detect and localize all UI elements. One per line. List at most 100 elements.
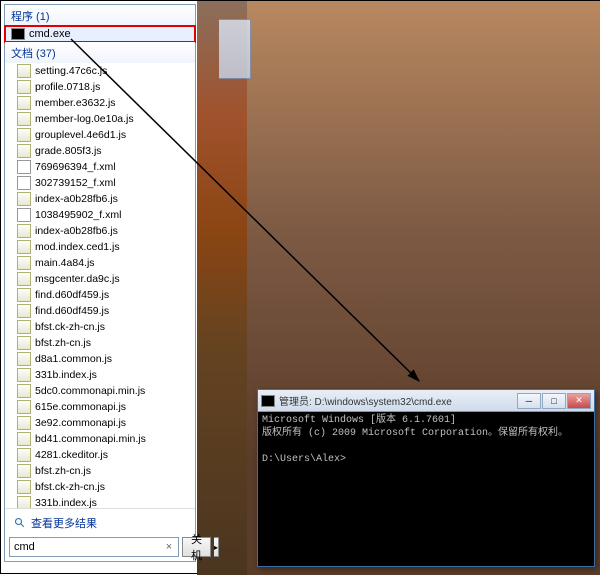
list-item[interactable]: msgcenter.da9c.js <box>5 271 195 287</box>
cmd-titlebar[interactable]: 管理员: D:\windows\system32\cmd.exe ─ □ ✕ <box>258 390 594 412</box>
file-label: d8a1.common.js <box>35 353 112 365</box>
list-item[interactable]: 5dc0.commonapi.min.js <box>5 383 195 399</box>
list-item[interactable]: bfst.zh-cn.js <box>5 463 195 479</box>
file-label: bfst.ck-zh-cn.js <box>35 481 105 493</box>
js-file-icon <box>17 64 31 78</box>
cmd-prompt: D:\Users\Alex> <box>262 454 346 465</box>
see-more-results[interactable]: 查看更多结果 <box>9 513 191 537</box>
xml-file-icon <box>17 176 31 190</box>
list-item[interactable]: bfst.ck-zh-cn.js <box>5 319 195 335</box>
minimize-button[interactable]: ─ <box>517 393 541 409</box>
list-item[interactable]: bfst.zh-cn.js <box>5 335 195 351</box>
list-item[interactable]: index-a0b28fb6.js <box>5 191 195 207</box>
cmd-window: 管理员: D:\windows\system32\cmd.exe ─ □ ✕ M… <box>257 389 595 567</box>
file-label: bfst.ck-zh-cn.js <box>35 321 105 333</box>
file-label: 302739152_f.xml <box>35 177 116 189</box>
file-label: mod.index.ced1.js <box>35 241 120 253</box>
search-icon <box>13 516 27 530</box>
list-item[interactable]: profile.0718.js <box>5 79 195 95</box>
search-input[interactable] <box>10 538 160 556</box>
js-file-icon <box>17 112 31 126</box>
file-label: grade.805f3.js <box>35 145 102 157</box>
js-file-icon <box>17 240 31 254</box>
js-file-icon <box>17 256 31 270</box>
js-file-icon <box>17 336 31 350</box>
list-item[interactable]: grade.805f3.js <box>5 143 195 159</box>
list-item[interactable]: 331b.index.js <box>5 495 195 508</box>
documents-section-header: 文档 (37) <box>5 42 195 63</box>
file-label: 769696394_f.xml <box>35 161 116 173</box>
list-item[interactable]: bd41.commonapi.min.js <box>5 431 195 447</box>
clear-search-button[interactable]: × <box>160 538 178 556</box>
js-file-icon <box>17 464 31 478</box>
start-search-panel: 程序 (1) cmd.exe 文档 (37) setting.47c6c.jsp… <box>4 4 196 562</box>
background-window-glimpse <box>219 19 251 79</box>
list-item[interactable]: 615e.commonapi.js <box>5 399 195 415</box>
cmd-line-1: Microsoft Windows [版本 6.1.7601] <box>262 415 456 426</box>
file-label: 3e92.commonapi.js <box>35 417 126 429</box>
file-label: member-log.0e10a.js <box>35 113 134 125</box>
file-label: bfst.zh-cn.js <box>35 337 91 349</box>
js-file-icon <box>17 128 31 142</box>
list-item[interactable]: grouplevel.4e6d1.js <box>5 127 195 143</box>
cmd-line-2: 版权所有 (c) 2009 Microsoft Corporation。保留所有… <box>262 428 568 439</box>
js-file-icon <box>17 352 31 366</box>
list-item[interactable]: find.d60df459.js <box>5 303 195 319</box>
js-file-icon <box>17 416 31 430</box>
xml-file-icon <box>17 160 31 174</box>
file-label: index-a0b28fb6.js <box>35 193 118 205</box>
file-label: 1038495902_f.xml <box>35 209 121 221</box>
list-item[interactable]: d8a1.common.js <box>5 351 195 367</box>
search-box: × <box>9 537 179 557</box>
js-file-icon <box>17 448 31 462</box>
js-file-icon <box>17 192 31 206</box>
shutdown-options-arrow[interactable]: ▸ <box>214 537 219 557</box>
maximize-button[interactable]: □ <box>542 393 566 409</box>
list-item[interactable]: 302739152_f.xml <box>5 175 195 191</box>
list-item[interactable]: member-log.0e10a.js <box>5 111 195 127</box>
window-buttons: ─ □ ✕ <box>517 393 591 409</box>
file-label: main.4a84.js <box>35 257 95 269</box>
list-item[interactable]: 1038495902_f.xml <box>5 207 195 223</box>
cmd-terminal-body[interactable]: Microsoft Windows [版本 6.1.7601] 版权所有 (c)… <box>258 412 594 566</box>
list-item[interactable]: member.e3632.js <box>5 95 195 111</box>
js-file-icon <box>17 480 31 494</box>
file-label: 331b.index.js <box>35 369 97 381</box>
file-label: setting.47c6c.js <box>35 65 107 77</box>
desktop-background-left <box>197 1 247 575</box>
xml-file-icon <box>17 208 31 222</box>
list-item[interactable]: index-a0b28fb6.js <box>5 223 195 239</box>
list-item[interactable]: bfst.ck-zh-cn.js <box>5 479 195 495</box>
js-file-icon <box>17 144 31 158</box>
list-item[interactable]: find.d60df459.js <box>5 287 195 303</box>
shutdown-button[interactable]: 关机 <box>182 537 211 557</box>
js-file-icon <box>17 496 31 508</box>
file-label: bd41.commonapi.min.js <box>35 433 146 445</box>
list-item[interactable]: 3e92.commonapi.js <box>5 415 195 431</box>
js-file-icon <box>17 304 31 318</box>
list-item[interactable]: setting.47c6c.js <box>5 63 195 79</box>
list-item[interactable]: mod.index.ced1.js <box>5 239 195 255</box>
file-label: find.d60df459.js <box>35 289 109 301</box>
file-label: 4281.ckeditor.js <box>35 449 108 461</box>
js-file-icon <box>17 80 31 94</box>
list-item[interactable]: main.4a84.js <box>5 255 195 271</box>
file-label: member.e3632.js <box>35 97 116 109</box>
js-file-icon <box>17 320 31 334</box>
program-label: cmd.exe <box>29 28 71 40</box>
file-label: 331b.index.js <box>35 497 97 508</box>
list-item[interactable]: 331b.index.js <box>5 367 195 383</box>
see-more-label: 查看更多结果 <box>31 515 97 531</box>
file-label: profile.0718.js <box>35 81 100 93</box>
search-row: × 关机 ▸ <box>9 537 191 557</box>
program-result-cmd[interactable]: cmd.exe <box>5 26 195 42</box>
close-button[interactable]: ✕ <box>567 393 591 409</box>
file-label: bfst.zh-cn.js <box>35 465 91 477</box>
list-item[interactable]: 4281.ckeditor.js <box>5 447 195 463</box>
file-label: 615e.commonapi.js <box>35 401 126 413</box>
js-file-icon <box>17 96 31 110</box>
file-label: 5dc0.commonapi.min.js <box>35 385 145 397</box>
list-item[interactable]: 769696394_f.xml <box>5 159 195 175</box>
file-label: find.d60df459.js <box>35 305 109 317</box>
file-results-list: setting.47c6c.js profile.0718.js member.e3… <box>5 63 195 508</box>
